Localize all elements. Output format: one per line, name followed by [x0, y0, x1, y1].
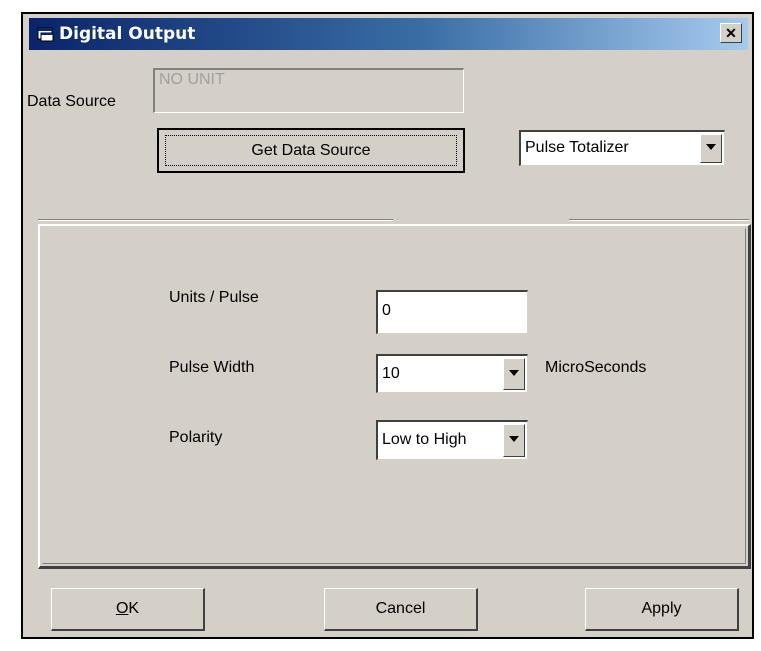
get-data-source-button[interactable]: Get Data Source: [157, 128, 465, 173]
apply-button[interactable]: Apply: [585, 588, 739, 631]
close-icon: ✕: [725, 25, 737, 41]
data-source-value: NO UNIT: [159, 71, 225, 88]
polarity-value: Low to High: [382, 431, 467, 448]
polarity-dropdown-arrow[interactable]: [503, 424, 525, 457]
section-divider-left: [38, 219, 393, 221]
ok-button[interactable]: OK: [51, 588, 205, 631]
data-source-label: Data Source: [27, 93, 116, 110]
mode-dropdown-value: Pulse Totalizer: [525, 139, 629, 156]
apply-label: Apply: [641, 600, 682, 617]
ok-label: K: [128, 600, 140, 617]
polarity-label: Polarity: [169, 429, 223, 446]
mode-dropdown[interactable]: Pulse Totalizer: [519, 130, 725, 166]
ok-mnemonic: O: [115, 600, 129, 617]
app-window-icon: [37, 27, 54, 42]
polarity-dropdown[interactable]: Low to High: [376, 420, 528, 460]
panel-inner-border: [42, 228, 746, 564]
chevron-down-icon: [706, 144, 716, 150]
chevron-down-icon: [509, 436, 519, 442]
mode-dropdown-arrow[interactable]: [700, 134, 722, 163]
pulse-width-value: 10: [382, 365, 400, 382]
cancel-button[interactable]: Cancel: [324, 588, 478, 631]
cancel-label: Cancel: [375, 600, 426, 617]
close-button[interactable]: ✕: [720, 23, 742, 43]
pulse-width-dropdown[interactable]: 10: [376, 354, 528, 393]
title-bar[interactable]: Digital Output ✕: [29, 18, 748, 50]
focus-rectangle: [165, 135, 457, 166]
pulse-width-label: Pulse Width: [169, 359, 255, 376]
pulse-width-dropdown-arrow[interactable]: [503, 358, 525, 390]
pulse-settings-panel: Units / Pulse 0 Pulse Width 10 MicroSeco…: [38, 224, 751, 569]
digital-output-dialog: Digital Output ✕ Data Source NO UNIT Get…: [21, 12, 754, 639]
chevron-down-icon: [509, 370, 519, 376]
units-per-pulse-value: 0: [382, 302, 391, 319]
units-per-pulse-label: Units / Pulse: [169, 289, 259, 306]
pulse-width-unit: MicroSeconds: [545, 359, 647, 376]
window-title: Digital Output: [59, 24, 196, 44]
section-divider-right: [569, 219, 749, 221]
data-source-field: NO UNIT: [153, 68, 464, 113]
units-per-pulse-input[interactable]: 0: [376, 290, 528, 334]
